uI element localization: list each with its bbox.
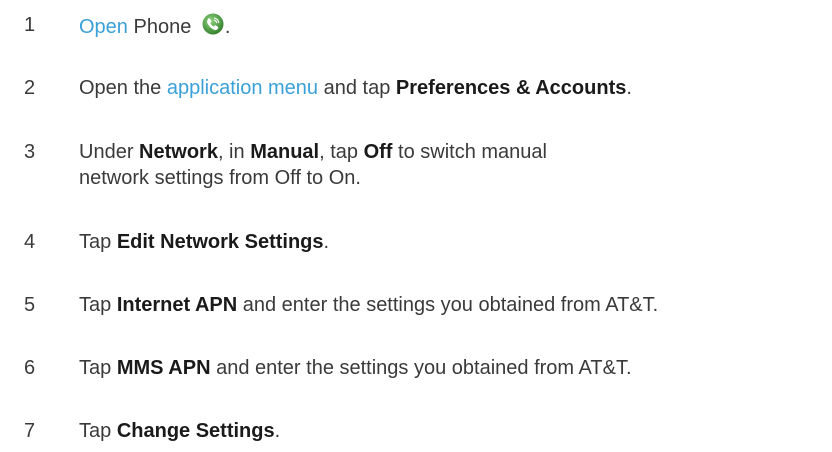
ui-label-mms-apn: MMS APN: [116, 357, 211, 379]
step-text: Open Phone .: [79, 12, 824, 43]
step-text: Tap Change Settings.: [79, 418, 824, 444]
step-number: 2: [24, 77, 36, 99]
step-text: Tap Edit Network Settings.: [79, 229, 824, 255]
step-text-segment: Tap: [79, 294, 117, 316]
step-text-segment: .: [626, 77, 632, 99]
ui-label-off: Off: [363, 141, 393, 163]
step-text-segment: Tap: [79, 357, 117, 379]
ui-label-preferences-accounts: Preferences & Accounts: [395, 77, 627, 99]
step-text: Open the application menu and tap Prefer…: [79, 75, 824, 101]
ui-label-edit-network-settings: Edit Network Settings: [116, 231, 324, 253]
step-text-segment: .: [323, 231, 330, 253]
step-text-segment: and enter the settings you obtained from…: [210, 357, 632, 379]
step-text-segment: .: [224, 16, 231, 38]
step-number: 6: [24, 357, 36, 379]
instruction-list: 1 Open Phone . 2 Open the application me…: [0, 0, 832, 452]
ui-label-network: Network: [139, 141, 218, 163]
step-text-segment: , tap: [319, 141, 364, 163]
step-text: Tap Internet APN and enter the settings …: [79, 292, 824, 318]
phone-icon: [201, 12, 225, 43]
ui-label-manual: Manual: [250, 141, 320, 163]
step-text-segment: and enter the settings you obtained from…: [237, 294, 659, 316]
step-number: 3: [24, 141, 36, 163]
step-number: 5: [24, 294, 36, 316]
ui-label-change-settings: Change Settings: [116, 420, 275, 442]
step-text-segment: , in: [217, 141, 251, 163]
open-link[interactable]: Open: [79, 16, 128, 38]
step-text: Under Network, in Manual, tap Off to swi…: [79, 139, 599, 191]
step-number: 1: [24, 14, 36, 36]
step-text-segment: and tap: [318, 77, 396, 99]
step-text-segment: Tap: [79, 420, 117, 442]
application-menu-link[interactable]: application menu: [167, 77, 318, 99]
step-text-segment: Tap: [79, 231, 117, 253]
step-text-segment: .: [274, 420, 281, 442]
step-text-segment: Open the: [79, 77, 167, 99]
step-text: Tap MMS APN and enter the settings you o…: [79, 355, 824, 381]
step-number: 4: [24, 231, 36, 253]
step-text-segment: Phone: [127, 16, 197, 38]
step-number: 7: [24, 420, 36, 442]
step-text-segment: Under: [79, 141, 140, 163]
ui-label-internet-apn: Internet APN: [116, 294, 238, 316]
